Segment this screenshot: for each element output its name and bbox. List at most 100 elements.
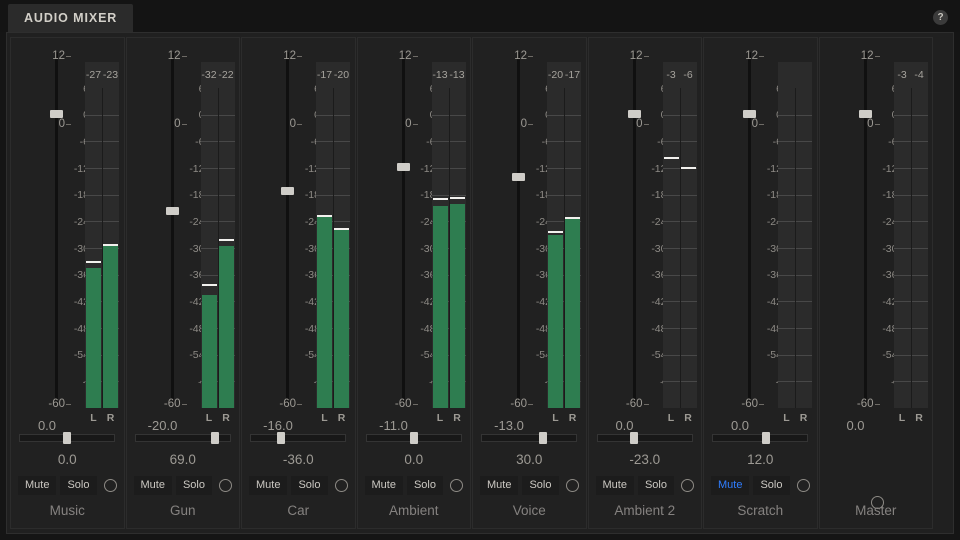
level-readout-l-ambient-2: -3 [663,62,680,88]
level-readout-l-ambient: -13 [432,62,449,88]
mixer-panel: 120-600.060-6-12-18-24-30-36-42-48-54-∞-… [6,32,954,534]
level-readout-l-car: -17 [316,62,333,88]
record-circle-icon-scratch[interactable] [797,479,810,492]
pan-slider-scratch[interactable] [712,434,808,442]
mute-button-ambient-2[interactable]: Mute [596,476,634,495]
button-row-gun: MuteSolo [127,476,240,495]
fader-track-master[interactable] [864,52,867,404]
solo-button-gun[interactable]: Solo [176,476,212,495]
pan-value-voice: 30.0 [473,452,586,467]
fader-track-gun[interactable] [171,52,174,404]
meter-bar-r-gun [219,246,234,408]
solo-button-ambient-2[interactable]: Solo [638,476,674,495]
pan-value-scratch: 12.0 [704,452,817,467]
pan-handle-ambient-2[interactable] [630,432,638,444]
meter-peak-l-ambient [433,198,448,200]
record-circle-icon-gun[interactable] [219,479,232,492]
channel-strip-master: 120-600.060-6-12-18-24-30-36-42-48-54-∞-… [819,37,934,529]
mute-button-voice[interactable]: Mute [480,476,518,495]
fader-handle-ambient[interactable] [397,163,410,171]
volume-fader-master[interactable]: 120-600.0 [828,44,874,412]
fader-track-music[interactable] [55,52,58,404]
help-icon[interactable]: ? [933,10,948,25]
pan-handle-ambient[interactable] [410,432,418,444]
level-readout-l-gun: -32 [201,62,218,88]
pan-handle-voice[interactable] [539,432,547,444]
controls-scratch: 12.0MuteSoloScratch [704,420,817,528]
fader-handle-scratch[interactable] [743,110,756,118]
pan-handle-car[interactable] [277,432,285,444]
meter-peak-r-music [103,244,118,246]
record-circle-icon-ambient-2[interactable] [681,479,694,492]
volume-fader-gun[interactable]: 120-60-20.0 [135,44,181,412]
record-circle-icon-car[interactable] [335,479,348,492]
fader-track-car[interactable] [286,52,289,404]
mute-button-music[interactable]: Mute [18,476,56,495]
fader-handle-music[interactable] [50,110,63,118]
meter-body-ambient-2 [663,88,697,408]
solo-button-scratch[interactable]: Solo [753,476,789,495]
button-row-car: MuteSolo [242,476,355,495]
channel-name-music: Music [11,503,124,518]
fader-handle-voice[interactable] [512,173,525,181]
pan-handle-gun[interactable] [211,432,219,444]
meter-channel-l-gun [201,88,218,408]
record-circle-icon-ambient[interactable] [450,479,463,492]
level-meter-ambient-2: -3-6 [663,62,697,408]
fader-handle-ambient-2[interactable] [628,110,641,118]
solo-button-music[interactable]: Solo [60,476,96,495]
fader-handle-car[interactable] [281,187,294,195]
level-meter-ambient: -13-13 [432,62,466,408]
meter-zone-ambient-2: 120-600.060-6-12-18-24-30-36-42-48-54-∞-… [589,38,702,420]
level-meter-scratch [778,62,812,408]
meter-bar-r-master [912,161,927,408]
volume-fader-voice[interactable]: 120-60-13.0 [481,44,527,412]
level-readout-l-music: -27 [85,62,102,88]
pan-slider-music[interactable] [19,434,115,442]
pan-handle-music[interactable] [63,432,71,444]
pan-slider-ambient[interactable] [366,434,462,442]
meter-channel-r-master [911,88,928,408]
meter-channel-r-ambient [449,88,466,408]
meter-peak-l-car [317,215,332,217]
mute-button-ambient[interactable]: Mute [365,476,403,495]
pan-slider-car[interactable] [250,434,346,442]
meter-channel-r-car [333,88,350,408]
volume-fader-music[interactable]: 120-600.0 [19,44,65,412]
pan-slider-gun[interactable] [135,434,231,442]
fader-track-ambient[interactable] [402,52,405,404]
channel-name-car: Car [242,503,355,518]
channel-name-ambient: Ambient [358,503,471,518]
volume-fader-scratch[interactable]: 120-600.0 [712,44,758,412]
meter-readout-car: -17-20 [316,62,350,88]
pan-handle-scratch[interactable] [762,432,770,444]
tab-audio-mixer[interactable]: AUDIO MIXER [8,4,133,32]
mute-button-car[interactable]: Mute [249,476,287,495]
channel-strip-ambient-2: 120-600.060-6-12-18-24-30-36-42-48-54-∞-… [588,37,703,529]
fader-track-ambient-2[interactable] [633,52,636,404]
record-circle-icon-voice[interactable] [566,479,579,492]
mute-button-scratch[interactable]: Mute [711,476,749,495]
fader-handle-master[interactable] [859,110,872,118]
volume-fader-ambient[interactable]: 120-60-11.0 [366,44,412,412]
button-row-music: MuteSolo [11,476,124,495]
meter-readout-gun: -32-22 [201,62,235,88]
volume-fader-ambient-2[interactable]: 120-600.0 [597,44,643,412]
solo-button-ambient[interactable]: Solo [407,476,443,495]
pan-slider-ambient-2[interactable] [597,434,693,442]
meter-zone-music: 120-600.060-6-12-18-24-30-36-42-48-54-∞-… [11,38,124,420]
mute-button-gun[interactable]: Mute [134,476,172,495]
pan-slider-voice[interactable] [481,434,577,442]
fader-track-voice[interactable] [517,52,520,404]
level-meter-gun: -32-22 [201,62,235,408]
fader-handle-gun[interactable] [166,207,179,215]
record-circle-icon-music[interactable] [104,479,117,492]
fader-track-scratch[interactable] [748,52,751,404]
controls-ambient: 0.0MuteSoloAmbient [358,420,471,528]
meter-channel-r-scratch [795,88,812,408]
controls-music: 0.0MuteSoloMusic [11,420,124,528]
solo-button-car[interactable]: Solo [291,476,327,495]
meter-bar-l-ambient-2 [664,161,679,408]
solo-button-voice[interactable]: Solo [522,476,558,495]
volume-fader-car[interactable]: 120-60-16.0 [250,44,296,412]
